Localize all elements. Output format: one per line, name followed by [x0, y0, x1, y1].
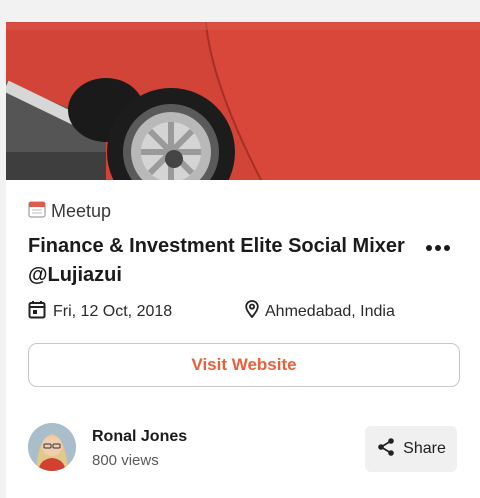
- author-photo: [28, 423, 76, 471]
- event-title: Finance & Investment Elite Social Mixer …: [28, 235, 405, 286]
- visit-website-button[interactable]: Visit Website: [28, 343, 460, 387]
- view-count: 800 views: [92, 452, 159, 469]
- red-car-photo: [6, 22, 480, 180]
- event-date-text: Fri, 12 Oct, 2018: [53, 303, 173, 320]
- event-hero-image[interactable]: [6, 22, 480, 180]
- share-icon: [376, 437, 396, 462]
- avatar[interactable]: [28, 423, 76, 471]
- calendar-icon: [28, 300, 46, 324]
- share-label: Share: [403, 440, 446, 457]
- event-date: Fri, 12 Oct, 2018: [28, 300, 172, 324]
- more-dot: [435, 245, 441, 251]
- event-location-text: Ahmedabad, India: [265, 302, 395, 320]
- more-options-button[interactable]: [426, 242, 456, 256]
- author-name[interactable]: Ronal Jones: [92, 428, 187, 446]
- event-type: Meetup: [28, 200, 111, 223]
- event-card: Meetup Finance & Investment Elite Social…: [6, 22, 480, 498]
- event-location: Ahmedabad, India: [245, 300, 395, 323]
- event-type-label: Meetup: [51, 201, 112, 221]
- share-button[interactable]: Share: [365, 426, 457, 472]
- more-dot: [444, 245, 450, 251]
- more-horizontal-icon: [426, 245, 432, 251]
- calendar-icon: [28, 200, 46, 223]
- map-pin-icon: [245, 300, 259, 323]
